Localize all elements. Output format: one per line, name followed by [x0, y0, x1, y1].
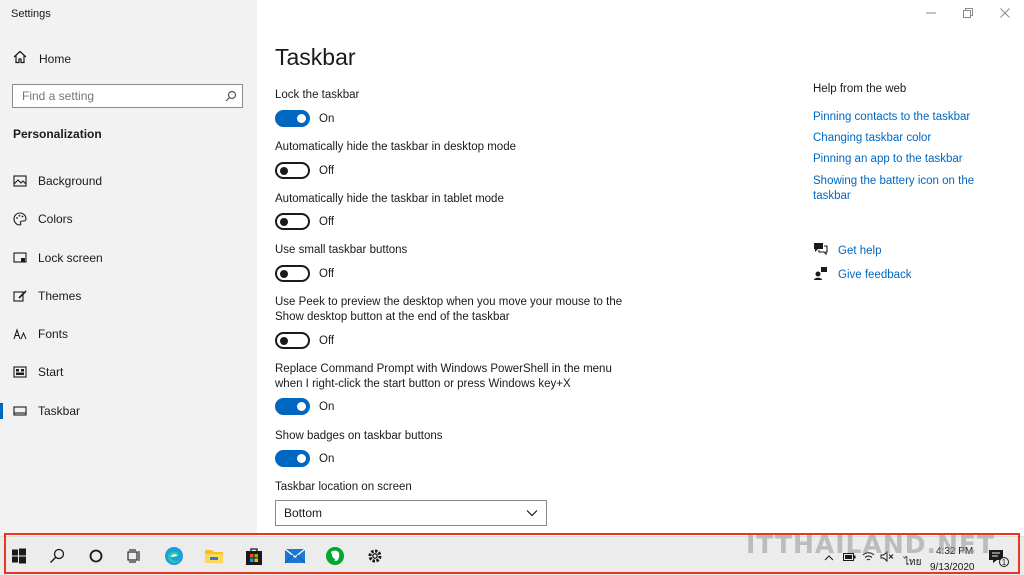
small-buttons-label: Use small taskbar buttons [275, 244, 408, 256]
section-title: Personalization [13, 127, 102, 141]
palette-icon [0, 212, 38, 226]
peek-toggle[interactable]: Off [275, 332, 334, 349]
toggle-state: On [319, 452, 335, 465]
sidebar-item-label: Lock screen [38, 251, 103, 265]
taskbar-location-select[interactable]: Bottom [275, 500, 547, 526]
toggle-state: On [319, 112, 335, 125]
lock-taskbar-label: Lock the taskbar [275, 89, 360, 101]
autohide-tablet-toggle[interactable]: Off [275, 213, 334, 230]
sidebar: Settings Home Find a setting Personaliza… [0, 0, 257, 536]
toggle-state: Off [319, 164, 335, 177]
taskbar-icon [0, 405, 38, 417]
toggle-state: Off [319, 267, 335, 280]
get-help-label: Get help [838, 244, 882, 257]
toggle-switch[interactable] [275, 332, 310, 349]
help-link-battery-icon[interactable]: Showing the battery icon on the taskbar [813, 174, 988, 204]
toggle-switch[interactable] [275, 110, 310, 127]
taskbar-highlight-frame [4, 533, 1020, 574]
sidebar-item-label: Taskbar [38, 404, 81, 418]
search-placeholder: Find a setting [22, 89, 95, 103]
autohide-tablet-label: Automatically hide the taskbar in tablet… [275, 193, 504, 205]
powershell-label: Replace Command Prompt with Windows Powe… [275, 363, 612, 390]
window-title: Settings [11, 8, 51, 20]
close-button[interactable] [990, 4, 1020, 22]
sidebar-item-colors[interactable]: Colors [0, 204, 257, 234]
toggle-switch[interactable] [275, 265, 310, 282]
help-link-pinning-contacts[interactable]: Pinning contacts to the taskbar [813, 110, 988, 125]
sidebar-item-background[interactable]: Background [0, 166, 257, 196]
lock-screen-icon [0, 252, 38, 264]
toggle-state: Off [319, 215, 335, 228]
maximize-button[interactable] [953, 4, 983, 22]
autohide-desktop-label: Automatically hide the taskbar in deskto… [275, 141, 516, 153]
sidebar-item-label: Start [38, 365, 64, 379]
location-label: Taskbar location on screen [275, 481, 412, 493]
minimize-button[interactable] [916, 4, 946, 22]
sidebar-item-label: Colors [38, 212, 73, 226]
toggle-state: On [319, 400, 335, 413]
sidebar-item-fonts[interactable]: Fonts [0, 319, 257, 349]
search-icon[interactable] [220, 85, 242, 107]
sidebar-item-themes[interactable]: Themes [0, 281, 257, 311]
autohide-desktop-toggle[interactable]: Off [275, 162, 334, 179]
sidebar-item-label: Fonts [38, 327, 69, 341]
sidebar-item-lock-screen[interactable]: Lock screen [0, 243, 257, 273]
lock-taskbar-toggle[interactable]: On [275, 110, 334, 127]
chevron-down-icon [526, 506, 538, 520]
powershell-toggle[interactable]: On [275, 398, 334, 415]
chat-help-icon [813, 242, 828, 259]
small-buttons-toggle[interactable]: Off [275, 265, 334, 282]
get-help-link[interactable]: Get help [813, 242, 881, 259]
brush-icon [0, 289, 38, 303]
help-title: Help from the web [813, 83, 907, 95]
home-nav-item[interactable]: Home [13, 50, 71, 67]
toggle-switch[interactable] [275, 162, 310, 179]
sidebar-item-start[interactable]: Start [0, 357, 257, 387]
select-value: Bottom [284, 506, 323, 520]
settings-window: Settings Home Find a setting Personaliza… [0, 0, 1024, 575]
image-icon [0, 175, 38, 187]
peek-label: Use Peek to preview the desktop when you… [275, 296, 623, 323]
toggle-state: Off [319, 334, 335, 347]
toggle-switch[interactable] [275, 213, 310, 230]
badges-toggle[interactable]: On [275, 450, 334, 467]
badges-label: Show badges on taskbar buttons [275, 430, 443, 442]
toggle-switch[interactable] [275, 450, 310, 467]
help-link-pinning-app[interactable]: Pinning an app to the taskbar [813, 152, 988, 167]
help-link-taskbar-color[interactable]: Changing taskbar color [813, 131, 988, 146]
home-label: Home [39, 51, 72, 66]
sidebar-item-label: Background [38, 174, 103, 188]
give-feedback-link[interactable]: Give feedback [813, 266, 912, 283]
page-title: Taskbar [275, 44, 356, 70]
font-icon [0, 328, 38, 340]
sidebar-item-taskbar[interactable]: Taskbar [0, 396, 257, 426]
selected-indicator [0, 403, 3, 419]
home-icon [13, 50, 27, 67]
give-feedback-label: Give feedback [838, 268, 912, 281]
find-setting-input[interactable]: Find a setting [12, 84, 243, 108]
toggle-switch[interactable] [275, 398, 310, 415]
sidebar-item-label: Themes [38, 289, 82, 303]
start-icon [0, 366, 38, 378]
feedback-icon [813, 266, 828, 283]
